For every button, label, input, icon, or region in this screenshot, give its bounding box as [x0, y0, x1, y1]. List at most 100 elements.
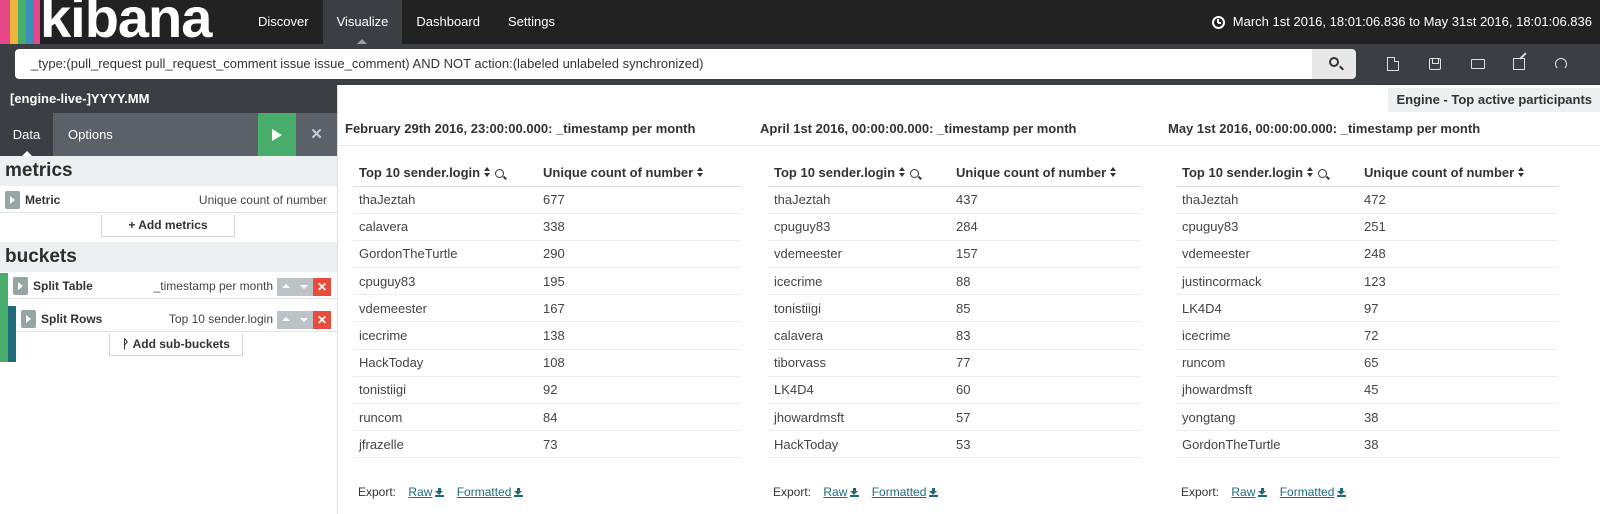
- sort-icon[interactable]: [1518, 167, 1525, 178]
- export-raw-link[interactable]: Raw: [1231, 485, 1268, 499]
- table-row: jfrazelle 73: [353, 430, 741, 459]
- export-formatted-link[interactable]: Formatted: [872, 485, 939, 499]
- tab-options[interactable]: Options: [68, 113, 113, 156]
- move-up-icon[interactable]: [277, 278, 295, 296]
- table-row: tiborvass 77: [768, 349, 1141, 377]
- login-cell: yongtang: [1176, 403, 1358, 432]
- split-table-controls: ✕: [277, 278, 331, 296]
- visualization-title: Engine - Top active participants: [1388, 88, 1600, 112]
- search-button[interactable]: [1312, 49, 1356, 79]
- export-raw-link[interactable]: Raw: [408, 485, 445, 499]
- tab-data[interactable]: Data: [0, 113, 53, 156]
- clock-icon: [1211, 15, 1225, 29]
- visualization-panel: Engine - Top active participants Februar…: [337, 85, 1600, 514]
- sort-icon[interactable]: [1110, 167, 1117, 178]
- count-cell: 77: [950, 349, 1141, 377]
- add-sub-buckets-button[interactable]: ᚹ Add sub-buckets: [109, 334, 243, 356]
- login-cell: runcom: [1176, 349, 1358, 377]
- login-cell: HackToday: [768, 430, 950, 459]
- login-cell: GordonTheTurtle: [353, 240, 537, 269]
- new-visualization-button[interactable]: [1372, 49, 1414, 79]
- split-table-agg-row[interactable]: Split Table _timestamp per month ✕: [8, 273, 337, 299]
- table-row: tonistiigi 92: [353, 376, 741, 405]
- table-row: vdemeester 157: [768, 240, 1141, 269]
- share-button[interactable]: [1498, 49, 1540, 79]
- column-header-count[interactable]: Unique count of number: [1358, 160, 1558, 187]
- refresh-icon: [1555, 58, 1567, 70]
- table-row: cpuguy83 251: [1176, 213, 1558, 241]
- open-button[interactable]: [1456, 49, 1498, 79]
- count-cell: 157: [950, 240, 1141, 269]
- column-header-login[interactable]: Top 10 sender.login: [1176, 160, 1358, 187]
- nav-dashboard[interactable]: Dashboard: [402, 0, 494, 44]
- export-formatted-label: Formatted: [871, 485, 927, 499]
- discard-changes-button[interactable]: ✕: [296, 113, 337, 156]
- column-header-label: Unique count of number: [543, 165, 694, 181]
- sort-icon[interactable]: [899, 167, 906, 178]
- metric-agg-description: Unique count of number: [198, 193, 327, 207]
- table-header-row: Top 10 sender.login Unique count of numb…: [1176, 160, 1558, 187]
- export-formatted-link[interactable]: Formatted: [457, 485, 524, 499]
- column-header-login[interactable]: Top 10 sender.login: [768, 160, 950, 187]
- download-icon: [1258, 488, 1268, 497]
- login-cell: jhowardmsft: [768, 403, 950, 432]
- sort-icon[interactable]: [1307, 167, 1314, 178]
- nav-settings[interactable]: Settings: [494, 0, 569, 44]
- count-cell: 138: [537, 321, 741, 350]
- column-header-label: Unique count of number: [956, 165, 1107, 181]
- expand-toggle-icon[interactable]: [21, 310, 36, 328]
- table-row: cpuguy83 284: [768, 213, 1141, 241]
- logo-stripe-yellow: [10, 0, 18, 44]
- metric-agg-row[interactable]: Metric Unique count of number: [0, 187, 337, 213]
- export-formatted-link[interactable]: Formatted: [1280, 485, 1347, 499]
- login-cell: jfrazelle: [353, 430, 537, 459]
- apply-changes-button[interactable]: [258, 113, 296, 156]
- sort-icon[interactable]: [697, 167, 704, 178]
- column-header-login[interactable]: Top 10 sender.login: [353, 160, 537, 187]
- table-row: icecrime 138: [353, 321, 741, 350]
- top-navbar: kibana Discover Visualize Dashboard Sett…: [0, 0, 1600, 44]
- expand-toggle-icon[interactable]: [5, 191, 20, 209]
- table-row: calavera 338: [353, 213, 741, 241]
- query-input[interactable]: _type:(pull_request pull_request_comment…: [15, 49, 1312, 79]
- table-row: jhowardmsft 45: [1176, 376, 1558, 405]
- logo-wordmark: kibana: [40, 0, 212, 44]
- count-cell: 97: [1358, 294, 1558, 323]
- export-label: Export:: [1181, 485, 1220, 499]
- table-row: vdemeester 167: [353, 294, 741, 323]
- table-row: HackToday 108: [353, 349, 741, 377]
- data-table: Top 10 sender.login Unique count of numb…: [1176, 160, 1558, 459]
- remove-icon[interactable]: ✕: [313, 311, 331, 329]
- time-picker[interactable]: March 1st 2016, 18:01:06.836 to May 31st…: [1211, 0, 1592, 44]
- move-up-icon[interactable]: [277, 311, 295, 329]
- login-cell: GordonTheTurtle: [1176, 430, 1358, 459]
- column-header-count[interactable]: Unique count of number: [537, 160, 741, 187]
- expand-toggle-icon[interactable]: [13, 277, 28, 295]
- column-header-count[interactable]: Unique count of number: [950, 160, 1141, 187]
- move-down-icon[interactable]: [295, 311, 313, 329]
- table-row: thaJeztah 472: [1176, 186, 1558, 214]
- nav-visualize[interactable]: Visualize: [322, 0, 403, 44]
- login-cell: LK4D4: [1176, 294, 1358, 323]
- count-cell: 73: [537, 430, 741, 459]
- search-icon[interactable]: [910, 169, 920, 179]
- search-icon[interactable]: [495, 169, 505, 179]
- move-down-icon[interactable]: [295, 278, 313, 296]
- refresh-button[interactable]: [1540, 49, 1582, 79]
- split-rows-agg-row[interactable]: Split Rows Top 10 sender.login ✕: [16, 306, 337, 332]
- add-metrics-button[interactable]: + Add metrics: [101, 215, 235, 237]
- save-button[interactable]: [1414, 49, 1456, 79]
- login-cell: tiborvass: [768, 349, 950, 377]
- time-range-label: March 1st 2016, 18:01:06.836 to May 31st…: [1232, 14, 1592, 29]
- sort-icon[interactable]: [484, 167, 491, 178]
- export-raw-link[interactable]: Raw: [823, 485, 860, 499]
- kibana-logo[interactable]: kibana: [0, 0, 244, 44]
- branch-icon: ᚹ: [122, 337, 133, 351]
- add-metrics-label: Add metrics: [138, 218, 208, 232]
- download-icon: [514, 488, 524, 497]
- count-cell: 88: [950, 267, 1141, 296]
- count-cell: 53: [950, 430, 1141, 459]
- search-icon[interactable]: [1318, 169, 1328, 179]
- nav-discover[interactable]: Discover: [244, 0, 323, 44]
- remove-icon[interactable]: ✕: [313, 278, 331, 296]
